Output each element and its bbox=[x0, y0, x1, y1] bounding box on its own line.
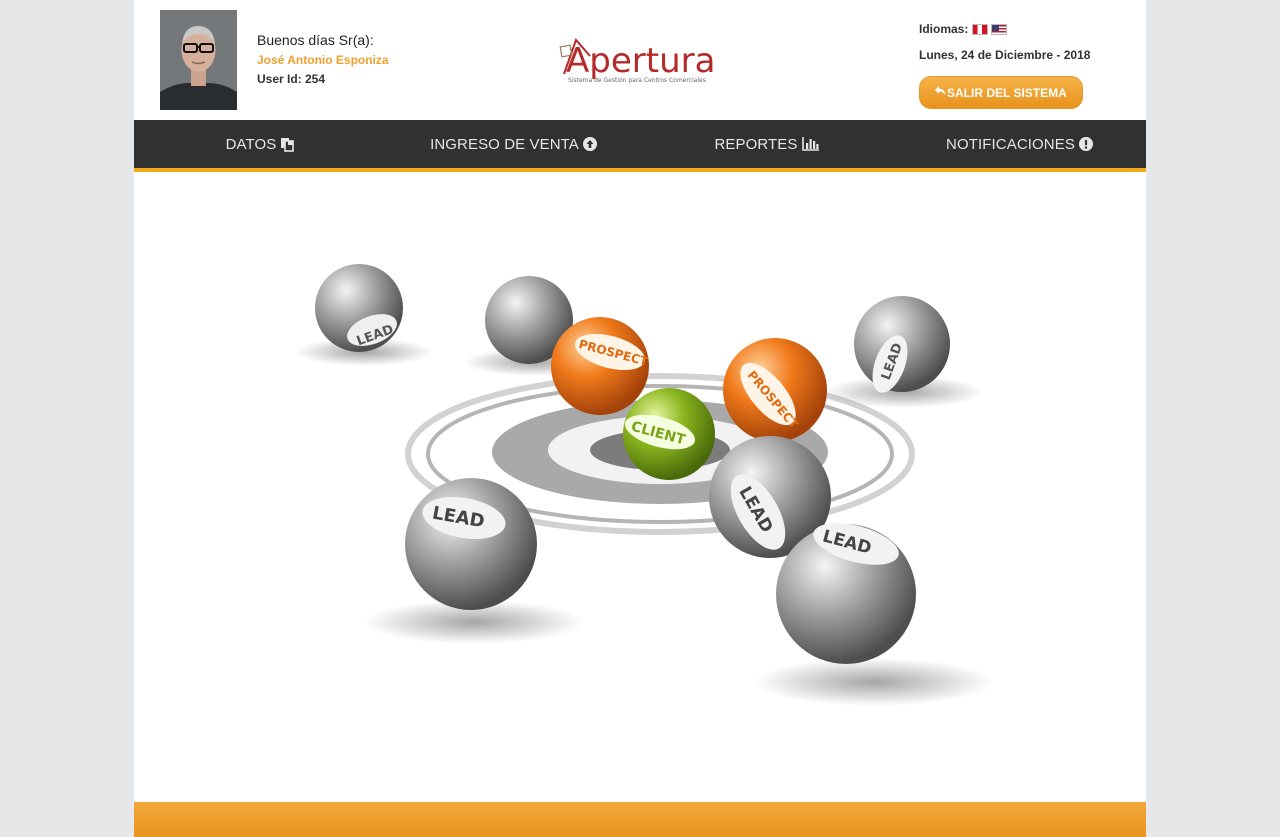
nav-item-reportes[interactable]: REPORTES bbox=[640, 120, 893, 168]
svg-text:Apertura: Apertura bbox=[566, 41, 714, 81]
apertura-logo: Apertura Sistema de Gestión para Centros… bbox=[554, 34, 715, 90]
nav-item-notificaciones[interactable]: NOTIFICACIONES bbox=[893, 120, 1146, 168]
peru-flag-icon[interactable] bbox=[972, 23, 989, 35]
exclamation-circle-icon bbox=[1078, 137, 1093, 151]
page-container: Buenos días Sr(a): José Antonio Esponiza… bbox=[134, 0, 1146, 837]
hero-image: LEAD PROSPECT PROSPECT CLIENT LEAD LEAD … bbox=[134, 172, 1146, 802]
user-id: User Id: 254 bbox=[257, 72, 326, 86]
reply-arrow-icon bbox=[935, 86, 946, 99]
arrow-circle-up-icon bbox=[582, 137, 597, 151]
user-name: José Antonio Esponiza bbox=[257, 53, 389, 67]
logout-label: SALIR DEL SISTEMA bbox=[947, 85, 1067, 100]
user-avatar bbox=[160, 10, 237, 110]
current-date: Lunes, 24 de Diciembre - 2018 bbox=[919, 48, 1091, 62]
bar-chart-icon bbox=[801, 137, 819, 151]
nav-item-datos[interactable]: DATOS bbox=[134, 120, 387, 168]
languages-label: Idiomas: bbox=[919, 22, 969, 36]
nav-item-label: NOTIFICACIONES bbox=[946, 135, 1075, 153]
language-row: Idiomas: bbox=[919, 22, 1139, 36]
logout-button[interactable]: SALIR DEL SISTEMA bbox=[919, 76, 1083, 109]
nav-item-ingreso-venta[interactable]: INGRESO DE VENTA bbox=[387, 120, 640, 168]
usa-flag-icon[interactable] bbox=[991, 23, 1008, 35]
footer-bar bbox=[134, 802, 1146, 837]
header: Buenos días Sr(a): José Antonio Esponiza… bbox=[134, 0, 1146, 120]
nav-item-label: DATOS bbox=[225, 135, 277, 153]
nav-item-label: INGRESO DE VENTA bbox=[430, 135, 579, 153]
greeting-text: Buenos días Sr(a): bbox=[257, 32, 374, 48]
main-nav: DATOS INGRESO DE VENTA REPORTES NOTIFICA… bbox=[134, 120, 1146, 172]
svg-text:Sistema de Gestión para Centro: Sistema de Gestión para Centros Comercia… bbox=[568, 77, 706, 84]
greeting-block: Buenos días Sr(a): José Antonio Esponiza… bbox=[257, 32, 389, 86]
nav-item-label: REPORTES bbox=[714, 135, 798, 153]
header-right: Idiomas: Lunes, 24 de Diciembre - 2018 S… bbox=[919, 22, 1139, 109]
copy-icon bbox=[280, 137, 295, 152]
